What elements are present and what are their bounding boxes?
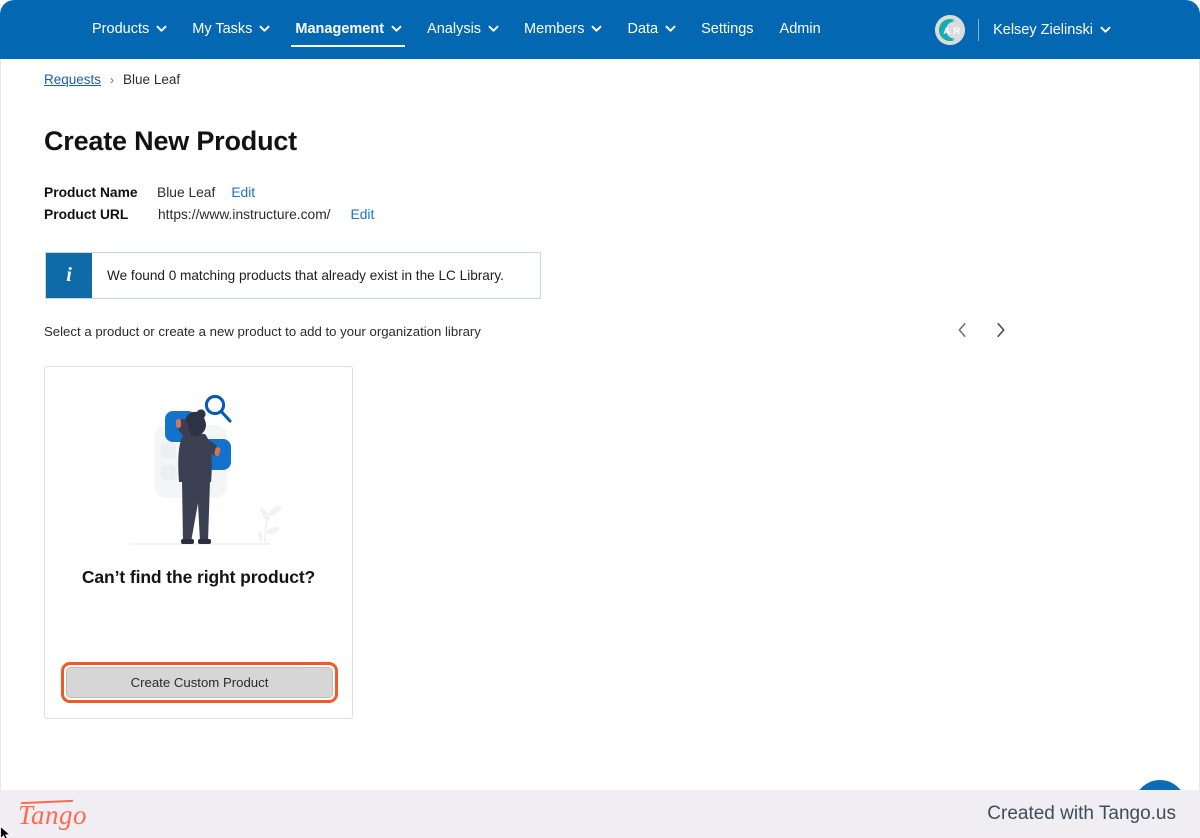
product-name-label: Product Name — [44, 185, 138, 200]
nav-item-analysis[interactable]: Analysis — [427, 17, 499, 42]
nav-item-management[interactable]: Management — [291, 17, 405, 48]
nav-right-cluster: A R Kelsey Zielinski — [935, 0, 1200, 59]
info-banner-message: We found 0 matching products that alread… — [107, 268, 504, 283]
svg-text:A: A — [943, 26, 950, 37]
nav-item-label: Analysis — [427, 20, 482, 37]
breadcrumb-link-requests[interactable]: Requests — [44, 72, 101, 87]
mouse-cursor — [0, 825, 12, 838]
breadcrumb-separator-icon: › — [110, 72, 115, 87]
chevron-down-icon — [391, 23, 402, 33]
card-heading: Can’t find the right product? — [81, 567, 316, 587]
breadcrumb-current: Blue Leaf — [123, 72, 181, 87]
info-banner: i We found 0 matching products that alre… — [45, 252, 541, 299]
select-product-hint: Select a product or create a new product… — [44, 324, 481, 339]
page-body: Requests › Blue Leaf Create New Product … — [0, 59, 1200, 790]
product-name-row: Product Name Blue Leaf Edit — [44, 185, 374, 207]
chevron-down-icon — [1100, 24, 1111, 34]
nav-item-label: Members — [524, 20, 585, 37]
nav-item-data[interactable]: Data — [627, 17, 676, 42]
primary-nav-list: Products My Tasks Management Analysis Member… — [92, 17, 847, 48]
product-url-value: https://www.instructure.com/ — [158, 207, 331, 222]
chevron-down-icon — [665, 23, 676, 33]
create-custom-product-highlight: Create Custom Product — [61, 662, 338, 703]
nav-item-label: Data — [627, 20, 659, 37]
nav-item-label: Settings — [701, 20, 754, 37]
nav-item-products[interactable]: Products — [92, 17, 167, 42]
chevron-down-icon — [259, 23, 270, 33]
pager-next-button[interactable] — [989, 317, 1011, 343]
nav-item-label: Products — [92, 20, 150, 37]
tango-footer: Tango Created with Tango.us — [0, 790, 1200, 838]
brand-logo-icon: A R — [935, 14, 966, 45]
product-name-value: Blue Leaf — [157, 185, 216, 200]
carousel-pager — [951, 317, 1011, 343]
user-menu-label: Kelsey Zielinski — [993, 21, 1093, 38]
person-searching-illustration — [45, 387, 354, 562]
nav-divider — [978, 18, 980, 41]
chevron-down-icon — [156, 23, 167, 33]
tango-credit-text: Created with Tango.us — [987, 803, 1176, 824]
tango-logo: Tango — [18, 799, 88, 830]
chevron-down-icon — [591, 23, 602, 33]
svg-text:R: R — [953, 26, 960, 37]
nav-item-admin[interactable]: Admin — [780, 17, 821, 42]
create-custom-product-card: Can’t find the right product? Create Cus… — [44, 366, 353, 719]
create-custom-product-button[interactable]: Create Custom Product — [66, 667, 333, 698]
app-window: Products My Tasks Management Analysis Member… — [0, 0, 1200, 838]
user-menu-button[interactable]: Kelsey Zielinski — [993, 21, 1111, 38]
page-title: Create New Product — [44, 126, 297, 156]
product-url-row: Product URL https://www.instructure.com/… — [44, 207, 374, 229]
pager-prev-button[interactable] — [951, 317, 973, 343]
nav-item-settings[interactable]: Settings — [701, 17, 753, 42]
breadcrumb: Requests › Blue Leaf — [44, 72, 180, 87]
product-url-label: Product URL — [44, 207, 129, 222]
top-navigation-bar: Products My Tasks Management Analysis Member… — [0, 0, 1200, 59]
edit-product-url-link[interactable]: Edit — [351, 207, 375, 222]
nav-item-label: Admin — [779, 20, 821, 37]
info-icon: i — [46, 253, 92, 298]
nav-item-label: My Tasks — [192, 20, 253, 37]
nav-item-members[interactable]: Members — [524, 17, 602, 42]
product-meta-block: Product Name Blue Leaf Edit Product URL … — [44, 185, 374, 229]
edit-product-name-link[interactable]: Edit — [231, 185, 255, 200]
nav-item-label: Management — [295, 20, 385, 37]
chevron-down-icon — [488, 23, 499, 33]
nav-item-my-tasks[interactable]: My Tasks — [192, 17, 270, 42]
